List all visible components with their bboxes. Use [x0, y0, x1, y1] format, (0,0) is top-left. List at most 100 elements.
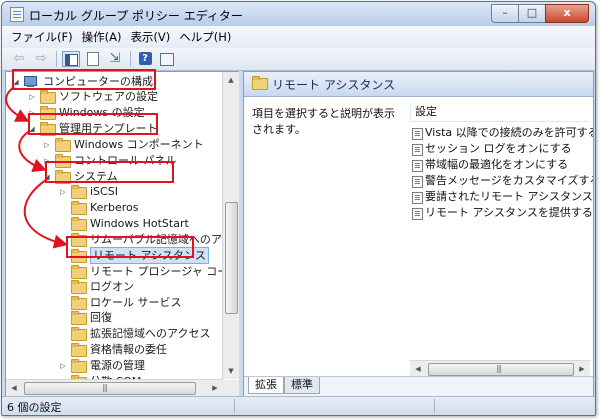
list-item-label: 要請されたリモート アシスタンス [425, 190, 593, 203]
list-item-label: 警告メッセージをカスタマイズする [425, 174, 594, 187]
description-text: 項目を選択すると説明が表示されます。 [252, 107, 395, 136]
tree-item[interactable]: Windows HotStart [6, 216, 221, 232]
scroll-grip-icon: ||| [496, 364, 502, 373]
policy-setting-icon [412, 208, 423, 220]
list-item-label: 帯域幅の最適化をオンにする [425, 158, 569, 171]
tree-item[interactable]: ▷ iSCSI [6, 184, 221, 200]
collapsed-arrow-icon[interactable]: ▷ [59, 184, 67, 200]
properties-icon[interactable] [158, 51, 176, 67]
scroll-thumb[interactable] [225, 202, 238, 314]
detail-title: リモート アシスタンス [272, 78, 396, 92]
show-hide-pane-icon[interactable] [84, 51, 102, 67]
status-bar: 6 個の設定 [2, 396, 595, 415]
tree-item-label: 回復 [90, 311, 112, 324]
status-divider [434, 399, 435, 413]
detail-header: リモート アシスタンス [244, 72, 593, 97]
menu-file[interactable]: ファイル(F) [8, 29, 79, 45]
tree-item-label: ロケール サービス [90, 296, 182, 309]
status-divider [234, 399, 235, 413]
tree-vertical-scrollbar[interactable]: ▲ ▼ [222, 72, 239, 379]
tree-horizontal-scrollbar[interactable]: ◀ ||| ▶ [6, 379, 223, 396]
scroll-left-icon[interactable]: ◀ [6, 380, 22, 396]
tree-item[interactable]: 回復 [6, 310, 221, 326]
tree-item-label: ログオン [90, 280, 134, 293]
folder-icon [71, 280, 87, 294]
tree-item-label: Windows HotStart [90, 217, 189, 230]
status-text: 6 個の設定 [7, 401, 62, 414]
folder-icon [40, 90, 56, 104]
scroll-right-icon[interactable]: ▶ [207, 380, 223, 396]
tree-item-label: Kerberos [90, 201, 139, 214]
highlight-box-remote-assistance [66, 236, 194, 258]
toolbar-separator [130, 51, 131, 67]
tab-extended[interactable]: 拡張 [248, 377, 284, 394]
highlight-box-computer-config [12, 69, 156, 90]
folder-icon [71, 343, 87, 357]
title-bar[interactable]: ローカル グループ ポリシー エディター – □ x [2, 2, 595, 26]
collapsed-arrow-icon[interactable]: ▷ [43, 137, 51, 153]
scroll-right-icon[interactable]: ▶ [574, 361, 590, 377]
collapsed-arrow-icon[interactable]: ▷ [28, 89, 36, 105]
scroll-left-icon[interactable]: ◀ [410, 361, 426, 377]
maximize-button[interactable]: □ [518, 4, 546, 23]
list-item-label: セッション ログをオンにする [425, 142, 572, 155]
folder-icon [71, 185, 87, 199]
tree-item-label: 資格情報の委任 [90, 343, 167, 356]
caption-buttons: – □ x [491, 4, 589, 23]
close-button[interactable]: x [545, 4, 589, 23]
policy-setting-icon [412, 176, 423, 188]
view-tabs: 拡張 標準 [244, 376, 593, 396]
forward-arrow-icon[interactable]: ⇨ [32, 51, 50, 67]
column-header-label: 設定 [415, 105, 437, 118]
show-hide-tree-icon[interactable] [62, 51, 80, 67]
tree-item-label: リモート プロシージャ コール [90, 265, 240, 278]
scroll-down-icon[interactable]: ▼ [223, 363, 239, 379]
folder-icon [55, 138, 71, 152]
collapsed-arrow-icon[interactable]: ▷ [59, 358, 67, 374]
tree-item[interactable]: ▷ Windows コンポーネント [6, 137, 221, 153]
tree-item[interactable]: ▷ ソフトウェアの設定 [6, 89, 221, 105]
tab-standard[interactable]: 標準 [284, 377, 320, 394]
highlight-box-system [45, 161, 174, 183]
column-header-setting[interactable]: 設定 [410, 103, 589, 122]
policy-setting-icon [412, 128, 423, 140]
back-arrow-icon[interactable]: ⇦ [10, 51, 28, 67]
scroll-corner [223, 380, 239, 396]
policy-setting-icon [412, 144, 423, 156]
minimize-button[interactable]: – [491, 4, 519, 23]
tree-item[interactable]: 資格情報の委任 [6, 342, 221, 358]
folder-icon [71, 296, 87, 310]
folder-icon [71, 327, 87, 341]
tree-item[interactable]: リモート プロシージャ コール [6, 264, 239, 280]
detail-pane: リモート アシスタンス 項目を選択すると説明が表示されます。 設定 Vista … [243, 71, 594, 397]
policy-setting-icon [412, 192, 423, 204]
folder-icon [71, 311, 87, 325]
window-title: ローカル グループ ポリシー エディター [29, 9, 243, 23]
toolbar: ⇦ ⇨ ⇲ ? [2, 48, 595, 71]
menu-action[interactable]: 操作(A) [79, 29, 128, 45]
folder-icon [71, 265, 87, 279]
tree-item-label: Windows コンポーネント [74, 138, 204, 151]
settings-list[interactable]: 設定 Vista 以降での接続のみを許可する セッション ログをオンにする 帯域幅の… [410, 103, 593, 349]
menu-view[interactable]: 表示(V) [127, 29, 176, 45]
tree-item[interactable]: ロケール サービス [6, 295, 221, 311]
highlight-box-admin-templates [28, 113, 158, 135]
scroll-thumb[interactable] [24, 382, 196, 395]
menu-bar: ファイル(F) 操作(A) 表示(V) ヘルプ(H) [2, 26, 595, 48]
help-icon[interactable]: ? [136, 51, 154, 67]
export-list-icon[interactable]: ⇲ [106, 51, 124, 67]
scroll-grip-icon: ||| [102, 383, 108, 392]
folder-icon [71, 217, 87, 231]
tree-item[interactable]: ログオン [6, 279, 221, 295]
tree-item[interactable]: Kerberos [6, 200, 221, 216]
tree-item[interactable]: ▷ 電源の管理 [6, 358, 221, 374]
list-horizontal-scrollbar[interactable]: ◀ ||| ▶ [410, 360, 590, 377]
folder-icon [252, 76, 268, 90]
folder-icon [71, 201, 87, 215]
menu-help[interactable]: ヘルプ(H) [176, 29, 237, 45]
tree-item-label: ソフトウェアの設定 [59, 90, 158, 103]
list-item-label: Vista 以降での接続のみを許可する [425, 126, 594, 139]
tree-item[interactable]: 拡張記憶域へのアクセス [6, 326, 221, 342]
tree-item-label: iSCSI [90, 185, 118, 198]
scroll-up-icon[interactable]: ▲ [223, 72, 239, 88]
